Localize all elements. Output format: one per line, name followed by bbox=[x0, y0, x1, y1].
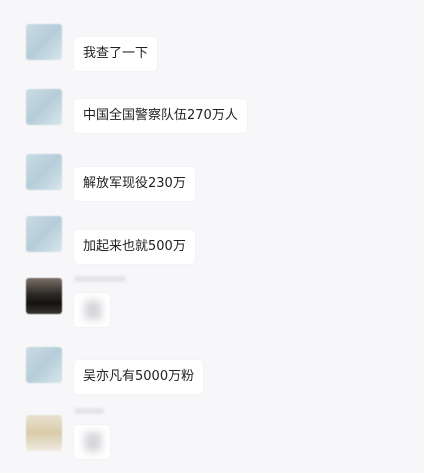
message-bubble[interactable]: 加起来也就500万 bbox=[74, 230, 195, 264]
blurred-content bbox=[84, 300, 102, 320]
message-bubble[interactable] bbox=[74, 293, 110, 327]
avatar[interactable] bbox=[26, 154, 62, 190]
sender-name bbox=[74, 408, 104, 414]
blurred-content bbox=[84, 432, 102, 452]
message-bubble[interactable]: 吴亦凡有5000万粉 bbox=[74, 360, 204, 394]
avatar[interactable] bbox=[26, 278, 62, 314]
message-bubble[interactable] bbox=[74, 425, 110, 459]
avatar[interactable] bbox=[26, 347, 62, 383]
sender-name bbox=[74, 276, 126, 282]
avatar[interactable] bbox=[26, 216, 62, 252]
message-bubble[interactable]: 解放军现役230万 bbox=[74, 167, 195, 201]
message-bubble[interactable]: 中国全国警察队伍270万人 bbox=[74, 99, 247, 133]
chat-history: 我查了一下 中国全国警察队伍270万人 解放军现役230万 加起来也就500万 … bbox=[0, 0, 424, 473]
avatar[interactable] bbox=[26, 415, 62, 451]
avatar[interactable] bbox=[26, 24, 62, 60]
avatar[interactable] bbox=[26, 89, 62, 125]
message-bubble[interactable]: 我查了一下 bbox=[74, 37, 158, 71]
